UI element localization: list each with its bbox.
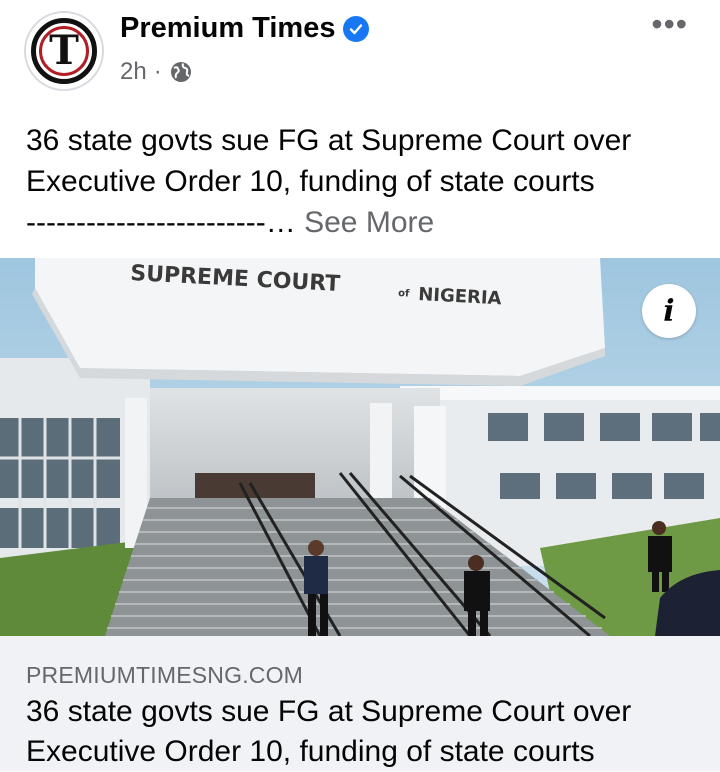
post-text-line: 36 state govts sue FG at Supreme Court o…: [26, 124, 632, 157]
link-preview-card[interactable]: PREMIUMTIMESNG.COM 36 state govts sue FG…: [0, 636, 720, 771]
more-options-button[interactable]: •••: [651, 8, 688, 40]
info-icon: i: [663, 293, 675, 329]
meta-separator: ·: [153, 58, 162, 85]
post-text-dashes: ------------------------…: [26, 206, 296, 239]
avatar[interactable]: T: [24, 11, 104, 91]
verified-badge-icon: [343, 15, 370, 42]
post-text-line: ------------------------… See More: [26, 202, 706, 243]
post-image[interactable]: SUPREME COURT of NIGERIA i: [0, 258, 720, 636]
page-name[interactable]: Premium Times: [120, 12, 370, 45]
post-header: T Premium Times 2h · •••: [0, 0, 720, 110]
link-title-line: Executive Order 10, funding of state cou…: [26, 735, 595, 768]
post-meta: 2h ·: [120, 58, 193, 86]
svg-text:NIGERIA: NIGERIA: [418, 284, 502, 309]
premium-times-logo: T: [31, 18, 97, 84]
post-text-line: Executive Order 10, funding of state cou…: [26, 165, 595, 198]
link-title: 36 state govts sue FG at Supreme Court o…: [26, 692, 706, 772]
page-name-label: Premium Times: [120, 12, 336, 44]
more-horizontal-icon: •••: [651, 6, 688, 42]
post-timestamp[interactable]: 2h: [120, 58, 147, 86]
supreme-court-photo: SUPREME COURT of NIGERIA: [0, 258, 720, 636]
link-domain: PREMIUMTIMESNG.COM: [26, 662, 304, 688]
link-title-line: 36 state govts sue FG at Supreme Court o…: [26, 695, 632, 728]
see-more-link[interactable]: See More: [304, 206, 434, 239]
svg-text:of: of: [398, 288, 410, 300]
post-text: 36 state govts sue FG at Supreme Court o…: [26, 120, 706, 243]
info-button[interactable]: i: [642, 284, 696, 338]
globe-icon[interactable]: [169, 60, 193, 84]
